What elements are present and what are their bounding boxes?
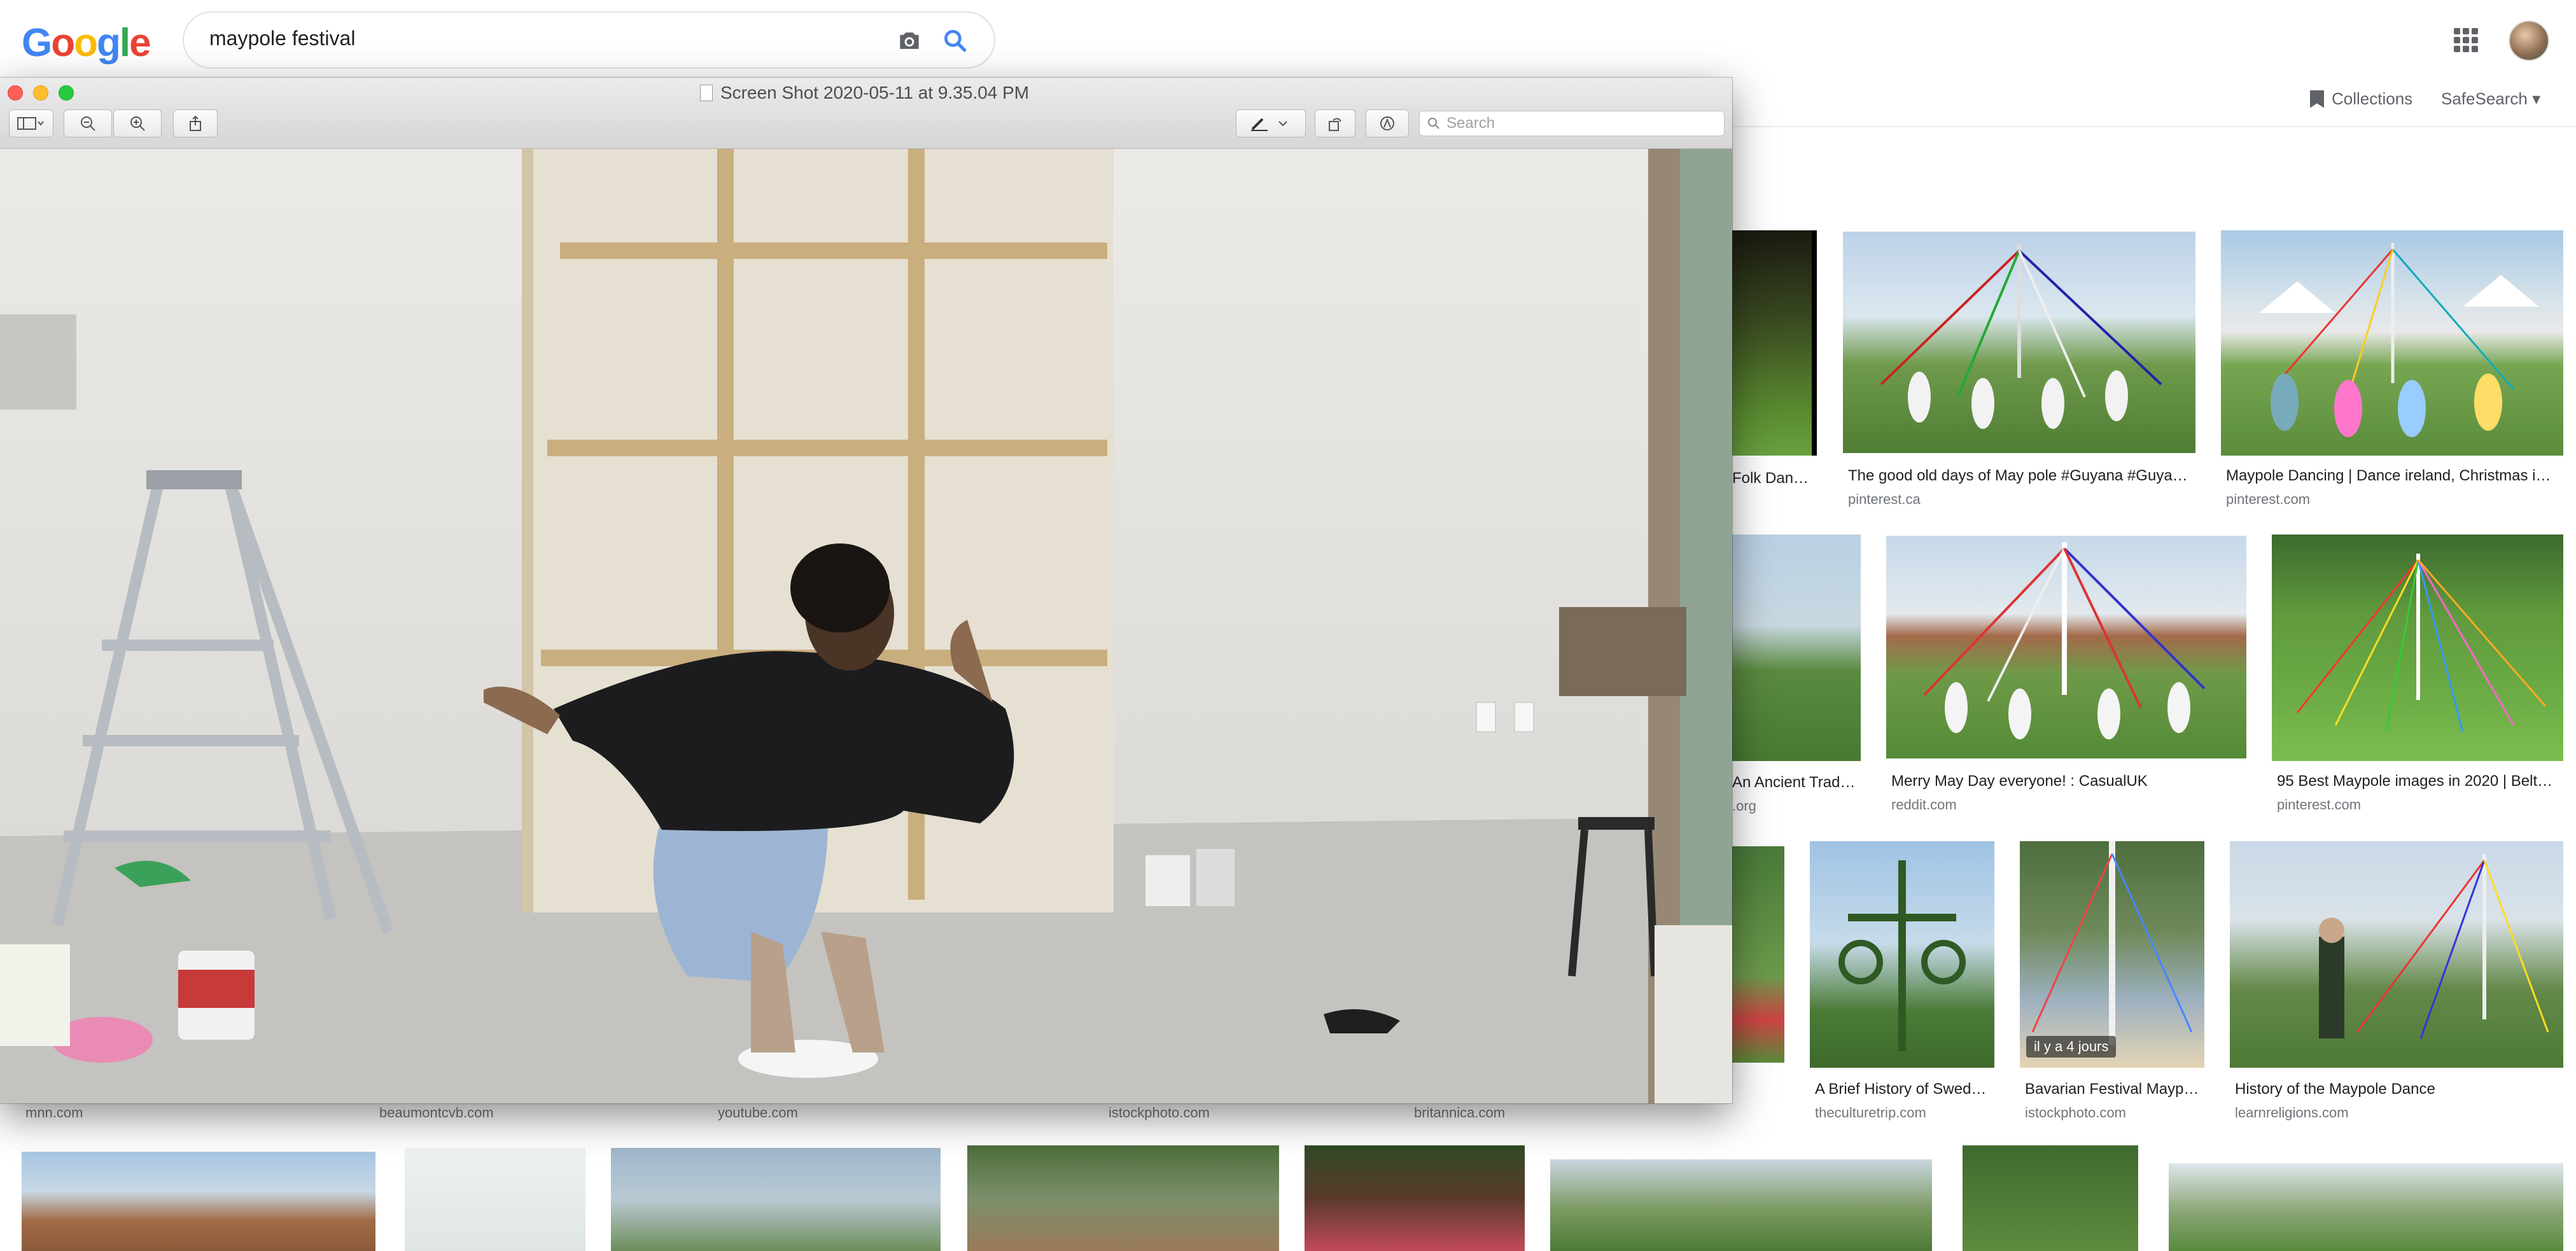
logo-letter: G	[22, 21, 52, 65]
apps-grid-icon[interactable]	[2454, 28, 2478, 52]
maypole-ribbons	[1923, 542, 2206, 739]
result-image[interactable]	[22, 1152, 375, 1251]
result-source[interactable]: istockphoto.com	[1109, 1105, 1210, 1121]
result-image[interactable]	[405, 1148, 585, 1251]
maypole-ribbons	[2259, 243, 2539, 437]
minimize-window-button[interactable]	[33, 85, 48, 101]
zoom-in-icon	[130, 116, 145, 131]
result-source[interactable]: mnn.com	[25, 1105, 83, 1121]
rotate-icon	[1329, 118, 1341, 131]
share-button[interactable]	[173, 109, 218, 137]
result-image[interactable]	[2230, 841, 2563, 1068]
maypole-ribbons	[2319, 854, 2549, 1039]
result-image[interactable]	[2221, 230, 2563, 456]
maypole-ribbons	[2031, 841, 2193, 1045]
result-source[interactable]: youtube.com	[718, 1105, 798, 1121]
logo-letter: o	[51, 21, 75, 65]
result-image[interactable]: il y a 4 jours	[2020, 841, 2204, 1068]
sidebar-icon	[17, 117, 44, 130]
preview-search-field[interactable]: Search	[1419, 111, 1725, 136]
result-image[interactable]	[1731, 846, 1784, 1063]
result-caption[interactable]: Bavarian Festival Mayp…	[2025, 1080, 2203, 1098]
result-image[interactable]	[2169, 1163, 2563, 1251]
close-window-button[interactable]	[8, 85, 23, 101]
result-source[interactable]: learnreligions.com	[2235, 1105, 2349, 1121]
rotate-button[interactable]	[1315, 109, 1355, 137]
result-image[interactable]	[611, 1148, 941, 1251]
result-source[interactable]: britannica.com	[1414, 1105, 1505, 1121]
markup-icon	[1380, 116, 1394, 130]
divider	[1718, 126, 2576, 127]
result-image[interactable]	[1305, 1145, 1525, 1251]
markup-pen-button[interactable]	[1236, 109, 1306, 137]
result-caption[interactable]: The good old days of May pole #Guyana #G…	[1848, 467, 2192, 485]
bookmark-icon	[2310, 90, 2324, 108]
result-caption[interactable]: A Brief History of Swed…	[1815, 1080, 1993, 1098]
document-icon	[700, 85, 713, 101]
result-caption[interactable]: Maypole Dancing | Dance ireland, Christm…	[2226, 467, 2557, 485]
window-title: Screen Shot 2020-05-11 at 9.35.04 PM	[700, 83, 1029, 103]
logo-letter: e	[129, 21, 151, 65]
result-source[interactable]: .org	[1732, 798, 1756, 814]
result-caption[interactable]: Folk Dan…	[1732, 470, 1815, 487]
sidebar-toggle-button[interactable]	[9, 109, 53, 137]
logo-letter: l	[119, 21, 130, 65]
collections-label: Collections	[2332, 89, 2413, 108]
studio-photo	[0, 149, 1732, 1103]
avatar[interactable]	[2509, 20, 2549, 61]
preview-titlebar[interactable]: Screen Shot 2020-05-11 at 9.35.04 PM Sea…	[0, 78, 1732, 149]
result-source[interactable]: pinterest.ca	[1848, 491, 1921, 508]
time-badge: il y a 4 jours	[2026, 1036, 2117, 1058]
collections-link[interactable]: Collections	[2310, 89, 2412, 109]
camera-icon[interactable]	[895, 27, 923, 55]
share-icon	[190, 115, 201, 131]
result-image[interactable]	[1843, 232, 2195, 453]
result-image[interactable]	[1731, 535, 1861, 761]
result-caption[interactable]: 95 Best Maypole images in 2020 | Belt…	[2277, 772, 2563, 790]
logo-letter: g	[96, 21, 121, 65]
zoom-window-button[interactable]	[59, 85, 74, 101]
result-source[interactable]: theculturetrip.com	[1815, 1105, 1926, 1121]
pen-icon	[1251, 118, 1287, 131]
maypole-ribbons	[2296, 554, 2547, 732]
result-image[interactable]	[967, 1145, 1279, 1251]
zoom-out-button[interactable]	[64, 109, 112, 137]
window-title-text: Screen Shot 2020-05-11 at 9.35.04 PM	[720, 83, 1030, 102]
search-box[interactable]: maypole festival	[183, 11, 995, 69]
result-image[interactable]	[2272, 535, 2563, 761]
preview-image	[0, 149, 1732, 1103]
result-image[interactable]	[1886, 536, 2246, 758]
result-caption[interactable]: An Ancient Trad…	[1732, 774, 1859, 792]
midsummer-pole	[1838, 860, 1966, 1051]
result-caption[interactable]: History of the Maypole Dance	[2235, 1080, 2553, 1098]
result-source[interactable]: beaumontcvb.com	[379, 1105, 494, 1121]
result-source[interactable]: reddit.com	[1891, 797, 1957, 813]
search-icon[interactable]	[941, 27, 969, 55]
logo-letter: o	[74, 21, 98, 65]
screen: Google maypole festival Collections Safe…	[0, 0, 2576, 1251]
result-source[interactable]: istockphoto.com	[2025, 1105, 2126, 1121]
result-image[interactable]	[1550, 1159, 1932, 1251]
result-source[interactable]: pinterest.com	[2226, 491, 2310, 508]
zoom-out-icon	[81, 116, 95, 131]
safesearch-menu[interactable]: SafeSearch ▾	[2441, 89, 2540, 109]
maypole-ribbons	[1880, 244, 2162, 429]
result-image[interactable]	[1810, 841, 1994, 1068]
preview-window: Screen Shot 2020-05-11 at 9.35.04 PM Sea…	[0, 78, 1732, 1103]
search-input[interactable]: maypole festival	[209, 27, 355, 50]
google-logo[interactable]: Google	[22, 20, 151, 66]
zoom-in-button[interactable]	[113, 109, 162, 137]
result-caption[interactable]: Merry May Day everyone! : CasualUK	[1891, 772, 2241, 790]
result-image[interactable]	[1963, 1145, 2138, 1251]
result-image[interactable]	[1731, 230, 1817, 456]
search-icon	[1428, 118, 1439, 129]
markup-toolbar-button[interactable]	[1366, 109, 1409, 137]
search-placeholder: Search	[1446, 115, 1495, 132]
result-source[interactable]: pinterest.com	[2277, 797, 2361, 813]
